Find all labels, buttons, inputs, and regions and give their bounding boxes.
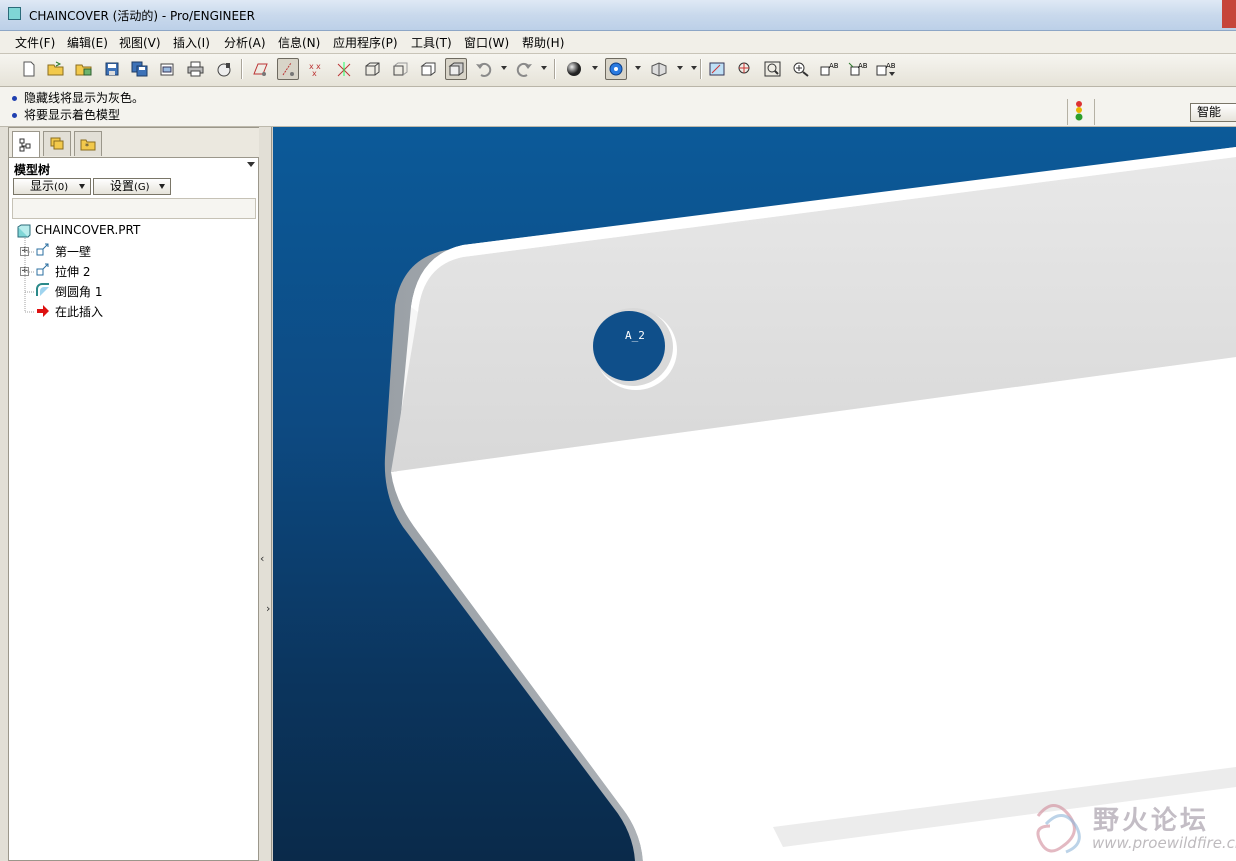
- model-tree-title: 模型树: [14, 163, 51, 177]
- zoom-in-icon[interactable]: [790, 58, 812, 80]
- spin-center-dropdown-icon[interactable]: [635, 66, 641, 70]
- panel-menu-arrow-icon[interactable]: [247, 162, 255, 167]
- display-menu-button[interactable]: 显示(0): [13, 178, 91, 195]
- tree-connectors: [24, 238, 35, 313]
- settings-menu-button[interactable]: 设置(G): [93, 178, 171, 195]
- svg-text:AB: AB: [829, 62, 839, 70]
- display-button-shortcut: (0): [54, 182, 69, 193]
- selection-filter-dropdown[interactable]: 智能: [1190, 103, 1236, 122]
- display-button-label: 显示: [30, 179, 55, 193]
- saved-view-dropdown-icon[interactable]: [677, 66, 683, 70]
- orient-icon[interactable]: [734, 58, 756, 80]
- menu-file[interactable]: 文件(F): [15, 34, 55, 51]
- shading-icon[interactable]: [445, 58, 467, 80]
- send-mail-icon[interactable]: [213, 58, 235, 80]
- save-icon[interactable]: [101, 58, 123, 80]
- redo-dropdown-icon[interactable]: [541, 66, 547, 70]
- menu-info[interactable]: 信息(N): [278, 34, 320, 51]
- hidden-line-icon[interactable]: [389, 58, 411, 80]
- sphere-dropdown-icon[interactable]: [592, 66, 598, 70]
- main-toolbar: xxx AB AB AB: [0, 54, 1236, 87]
- message-area: 隐藏线将显示为灰色。 将要显示着色模型: [0, 87, 1236, 127]
- spin-center-icon[interactable]: [605, 58, 627, 80]
- settings-button-label: 设置: [110, 179, 135, 193]
- watermark-url: www.proewildfire.cn: [1092, 834, 1236, 852]
- part-model-render[interactable]: A_2: [273, 127, 1236, 861]
- svg-text:x: x: [312, 69, 317, 77]
- menu-help[interactable]: 帮助(H): [522, 34, 564, 51]
- backup-icon[interactable]: [157, 58, 179, 80]
- menu-window[interactable]: 窗口(W): [464, 34, 509, 51]
- tab-favorites[interactable]: *: [74, 131, 102, 156]
- favorites-folder-icon: *: [80, 139, 96, 151]
- menu-bar: 文件(F) 编辑(E) 视图(V) 插入(I) 分析(A) 信息(N) 应用程序…: [0, 31, 1236, 54]
- svg-text:AB: AB: [886, 62, 895, 70]
- graphics-viewport[interactable]: A_2: [273, 127, 1236, 861]
- tab-model-tree[interactable]: [12, 131, 40, 157]
- datum-axis-display-icon[interactable]: [277, 58, 299, 80]
- svg-text:*: *: [85, 142, 89, 151]
- save-copy-icon[interactable]: [129, 58, 151, 80]
- menu-insert[interactable]: 插入(I): [173, 34, 210, 51]
- navigator-tabs: *: [9, 128, 260, 158]
- open-file-icon[interactable]: [45, 58, 67, 80]
- view-manager-dropdown-icon[interactable]: [691, 66, 697, 70]
- model-tree-icon: [19, 138, 31, 151]
- saved-view-icon[interactable]: [648, 58, 670, 80]
- window-title: CHAINCOVER (活动的) - Pro/ENGINEER: [29, 9, 255, 23]
- collapse-left-icon[interactable]: ‹: [260, 552, 264, 565]
- message-line-2: 将要显示着色模型: [12, 106, 120, 123]
- menu-applications[interactable]: 应用程序(P): [333, 34, 398, 51]
- no-hidden-icon[interactable]: [417, 58, 439, 80]
- panel-splitter[interactable]: ‹ ›: [259, 127, 272, 861]
- message-text-1: 隐藏线将显示为灰色。: [24, 91, 145, 105]
- status-light-icon: [1075, 101, 1083, 121]
- folder-layers-icon: [50, 137, 64, 150]
- chevron-down-icon: [159, 184, 165, 189]
- left-edge-strip: [0, 127, 8, 861]
- tree-column-bar: [12, 198, 256, 219]
- axis-annotation[interactable]: A_2: [625, 329, 645, 342]
- tab-folder-browser[interactable]: [43, 131, 71, 156]
- datum-plane-display-icon[interactable]: [249, 58, 271, 80]
- view-list-icon[interactable]: AB: [818, 58, 840, 80]
- menu-tools[interactable]: 工具(T): [411, 34, 452, 51]
- sphere-render-icon[interactable]: [563, 58, 585, 80]
- svg-text:x: x: [316, 62, 321, 71]
- bullet-icon: [12, 96, 17, 101]
- divider: [1094, 99, 1095, 125]
- redo-icon[interactable]: [513, 58, 535, 80]
- message-text-2: 将要显示着色模型: [24, 108, 121, 122]
- svg-text:AB: AB: [858, 62, 867, 70]
- undo-icon[interactable]: [473, 58, 495, 80]
- undo-dropdown-icon[interactable]: [501, 66, 507, 70]
- named-view-icon[interactable]: AB: [846, 58, 868, 80]
- layer-dropdown-icon[interactable]: [889, 72, 895, 76]
- chevron-down-icon: [79, 184, 85, 189]
- menu-edit[interactable]: 编辑(E): [67, 34, 108, 51]
- settings-button-shortcut: (G): [134, 182, 150, 193]
- close-window-button[interactable]: [1222, 0, 1236, 28]
- title-bar: CHAINCOVER (活动的) - Pro/ENGINEER: [0, 0, 1236, 31]
- wireframe-icon[interactable]: [361, 58, 383, 80]
- bullet-icon: [12, 113, 17, 118]
- expand-right-icon[interactable]: ›: [266, 602, 270, 615]
- menu-view[interactable]: 视图(V): [119, 34, 161, 51]
- repaint-icon[interactable]: [706, 58, 728, 80]
- new-file-icon[interactable]: [18, 58, 40, 80]
- menu-analysis[interactable]: 分析(A): [224, 34, 266, 51]
- print-icon[interactable]: [185, 58, 207, 80]
- watermark-title: 野火论坛: [1093, 806, 1210, 836]
- app-icon: [8, 7, 21, 20]
- open-folder-icon[interactable]: [73, 58, 95, 80]
- divider: [1067, 99, 1068, 125]
- navigator-panel: * 模型树 显示(0) 设置(G) CHAINCOVER.PRT + 第一壁 +…: [8, 127, 260, 861]
- datum-point-display-icon[interactable]: xxx: [305, 58, 327, 80]
- message-line-1: 隐藏线将显示为灰色。: [12, 89, 144, 106]
- layer-icon[interactable]: AB: [874, 58, 896, 80]
- zoom-fit-icon[interactable]: [762, 58, 784, 80]
- coordinate-system-display-icon[interactable]: [333, 58, 355, 80]
